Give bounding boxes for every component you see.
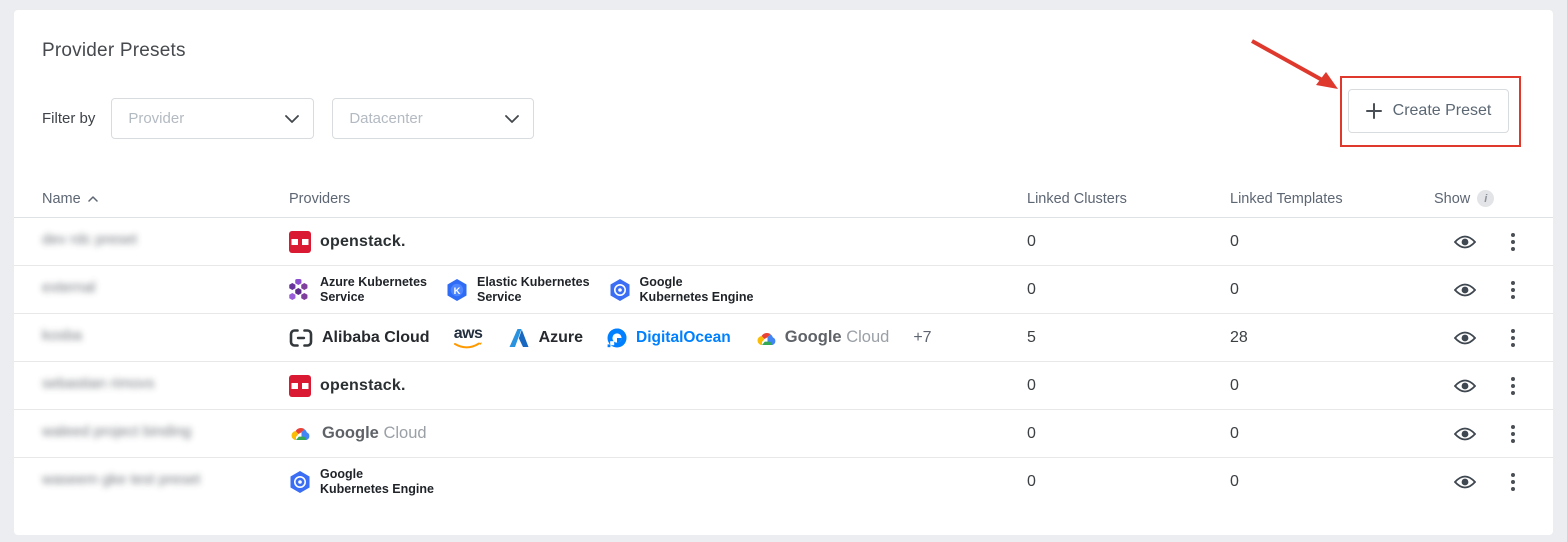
linked-templates-value: 0	[1230, 377, 1434, 395]
show-preset-button[interactable]	[1434, 283, 1496, 297]
provider-azure: Azure	[507, 327, 583, 349]
table-row: kosba Alibaba Cloud aws Azure DigitalOce…	[14, 314, 1553, 362]
row-menu-button[interactable]	[1496, 329, 1529, 347]
plus-icon	[1366, 103, 1382, 119]
filter-by-label: Filter by	[42, 110, 95, 127]
column-header-show: Show i	[1434, 190, 1496, 207]
table-row: waleed project binding Google Cloud 0 0	[14, 410, 1553, 458]
column-header-name[interactable]: Name	[42, 191, 289, 207]
chevron-down-icon	[505, 115, 519, 123]
gke-icon	[609, 279, 631, 301]
show-preset-button[interactable]	[1434, 427, 1496, 441]
digitalocean-icon	[607, 328, 627, 348]
provider-filter-select[interactable]: Provider	[111, 98, 314, 139]
row-menu-button[interactable]	[1496, 425, 1529, 443]
eks-icon	[446, 279, 468, 301]
filter-bar: Filter by Provider Datacenter	[42, 98, 1553, 139]
kebab-menu-icon	[1511, 425, 1515, 443]
preset-name-blurred: dev rdc preset	[42, 231, 137, 248]
kebab-menu-icon	[1511, 281, 1515, 299]
row-menu-button[interactable]	[1496, 233, 1529, 251]
linked-clusters-value: 0	[1027, 281, 1230, 299]
linked-templates-value: 0	[1230, 233, 1434, 251]
table-header-row: Name Providers Linked Clusters Linked Te…	[14, 180, 1553, 218]
linked-templates-value: 0	[1230, 473, 1434, 491]
column-header-linked-templates: Linked Templates	[1230, 191, 1434, 207]
linked-templates-value: 0	[1230, 281, 1434, 299]
datacenter-filter-select[interactable]: Datacenter	[332, 98, 534, 139]
kebab-menu-icon	[1511, 329, 1515, 347]
more-providers-count: +7	[913, 329, 931, 347]
kebab-menu-icon	[1511, 233, 1515, 251]
provider-aws: aws	[454, 326, 483, 350]
preset-name-blurred: waseem gke test preset	[42, 471, 200, 488]
provider-openstack: openstack.	[289, 231, 406, 253]
linked-clusters-value: 0	[1027, 377, 1230, 395]
table-row: waseem gke test preset GoogleKubernetes …	[14, 458, 1553, 506]
provider-google-cloud: Google Cloud	[289, 424, 427, 444]
column-header-providers: Providers	[289, 191, 1027, 207]
provider-azure-kubernetes-service: Azure KubernetesService	[289, 275, 427, 305]
eye-icon	[1454, 475, 1476, 489]
show-preset-button[interactable]	[1434, 331, 1496, 345]
linked-clusters-value: 5	[1027, 329, 1230, 347]
datacenter-filter-placeholder: Datacenter	[349, 110, 422, 127]
provider-elastic-kubernetes-service: Elastic KubernetesService	[446, 275, 590, 305]
preset-name-blurred: kosba	[42, 327, 82, 344]
linked-clusters-value: 0	[1027, 425, 1230, 443]
table-row: sebastian rimovs openstack. 0 0	[14, 362, 1553, 410]
aws-swoosh-icon	[454, 342, 483, 350]
provider-google-cloud: Google Cloud	[755, 328, 890, 347]
kebab-menu-icon	[1511, 377, 1515, 395]
column-header-linked-clusters: Linked Clusters	[1027, 191, 1230, 207]
provider-digitalocean: DigitalOcean	[607, 328, 731, 348]
eye-icon	[1454, 379, 1476, 393]
page-title: Provider Presets	[42, 40, 1553, 62]
eye-icon	[1454, 427, 1476, 441]
preset-name-blurred: sebastian rimovs	[42, 375, 155, 392]
row-menu-button[interactable]	[1496, 281, 1529, 299]
info-icon[interactable]: i	[1477, 190, 1494, 207]
openstack-icon	[289, 231, 311, 253]
eye-icon	[1454, 283, 1476, 297]
provider-openstack: openstack.	[289, 375, 406, 397]
chevron-down-icon	[285, 115, 299, 123]
show-preset-button[interactable]	[1434, 235, 1496, 249]
aws-logo-text: aws	[454, 326, 483, 342]
kebab-menu-icon	[1511, 473, 1515, 491]
preset-name-blurred: external	[42, 279, 95, 296]
google-cloud-icon	[289, 424, 313, 444]
provider-google-kubernetes-engine: GoogleKubernetes Engine	[609, 275, 754, 305]
table-row: external Azure KubernetesService Elastic…	[14, 266, 1553, 314]
azure-icon	[507, 327, 530, 349]
eye-icon	[1454, 235, 1476, 249]
provider-google-kubernetes-engine: GoogleKubernetes Engine	[289, 467, 434, 497]
preset-name-blurred: waleed project binding	[42, 423, 191, 440]
provider-presets-card: Provider Presets Filter by Provider Data…	[14, 10, 1553, 535]
provider-filter-placeholder: Provider	[128, 110, 184, 127]
row-menu-button[interactable]	[1496, 377, 1529, 395]
create-preset-button[interactable]: Create Preset	[1348, 89, 1509, 133]
table-row: dev rdc preset openstack. 0 0	[14, 218, 1553, 266]
aks-icon	[289, 279, 311, 301]
linked-clusters-value: 0	[1027, 473, 1230, 491]
linked-clusters-value: 0	[1027, 233, 1230, 251]
linked-templates-value: 28	[1230, 329, 1434, 347]
eye-icon	[1454, 331, 1476, 345]
sort-ascending-icon	[88, 196, 98, 202]
linked-templates-value: 0	[1230, 425, 1434, 443]
provider-alibaba-cloud: Alibaba Cloud	[289, 327, 430, 349]
google-cloud-icon	[755, 329, 776, 347]
openstack-icon	[289, 375, 311, 397]
row-menu-button[interactable]	[1496, 473, 1529, 491]
alibaba-cloud-icon	[289, 327, 313, 349]
show-preset-button[interactable]	[1434, 379, 1496, 393]
presets-table: Name Providers Linked Clusters Linked Te…	[14, 180, 1553, 506]
gke-icon	[289, 471, 311, 493]
show-preset-button[interactable]	[1434, 475, 1496, 489]
